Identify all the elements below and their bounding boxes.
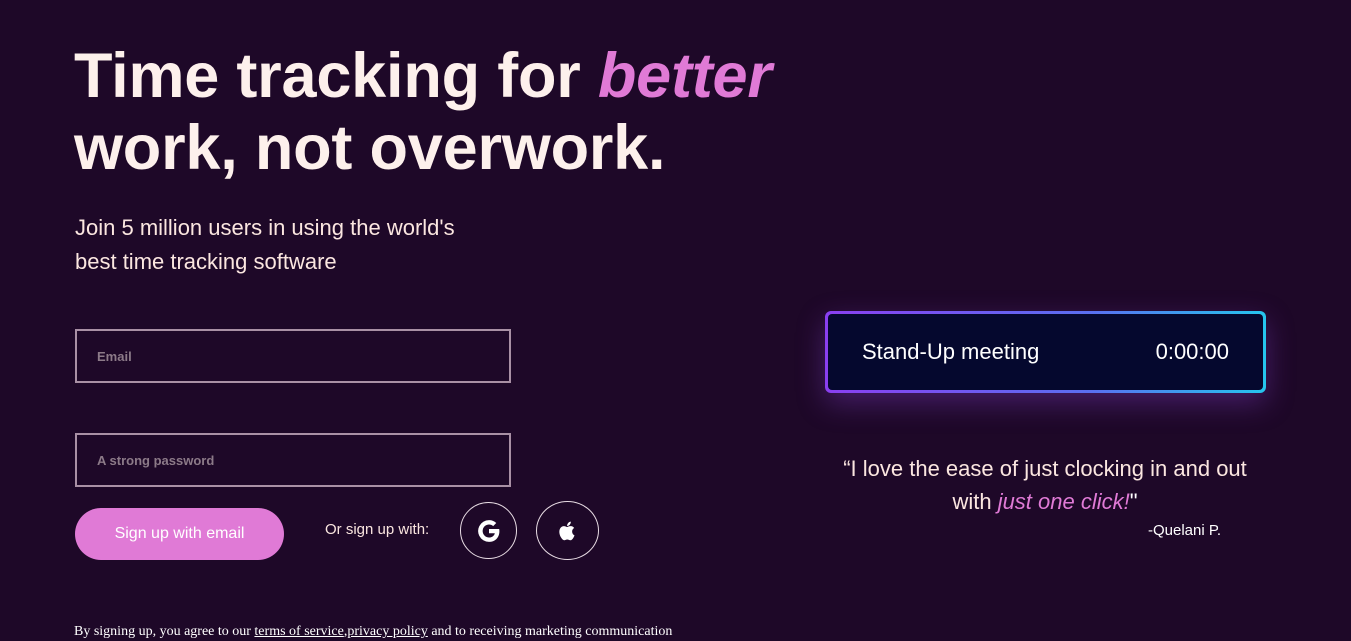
timer-time: 0:00:00 xyxy=(1155,339,1229,364)
signup-email-button[interactable]: Sign up with email xyxy=(75,508,284,560)
or-signup-label: Or sign up with: xyxy=(325,521,430,538)
legal-prefix: By signing up, you agree to our xyxy=(74,624,255,639)
quote-close: " xyxy=(1129,489,1138,514)
apple-signup-button[interactable] xyxy=(536,501,599,560)
hero-headline: Time tracking for better work, not overwo… xyxy=(74,40,772,184)
hero-subhead: Join 5 million users in using the world'… xyxy=(75,215,455,274)
headline-text-2: work, not overwork. xyxy=(74,113,666,183)
headline-accent: better xyxy=(597,41,772,111)
testimonial-author: -Quelani P. xyxy=(1148,522,1222,539)
timer-task-name: Stand-Up meeting xyxy=(862,339,1040,364)
legal-suffix: and to receiving marketing communication xyxy=(427,624,673,639)
landing-page: Time tracking for better work, not overwo… xyxy=(0,0,1351,641)
quote-accent: just one click! xyxy=(997,489,1130,514)
email-input[interactable] xyxy=(75,329,511,383)
timer-card: Stand-Up meeting 0:00:00 xyxy=(825,311,1266,393)
password-input[interactable] xyxy=(75,433,511,487)
timer-inner: Stand-Up meeting 0:00:00 xyxy=(828,314,1263,390)
privacy-policy-link[interactable]: privacy policy xyxy=(347,624,427,639)
terms-of-service-link[interactable]: terms of service xyxy=(254,624,343,639)
testimonial-quote: “I love the ease of just clocking in and… xyxy=(840,452,1250,518)
legal-notice: By signing up, you agree to our terms of… xyxy=(74,624,672,640)
google-signup-button[interactable] xyxy=(460,502,517,559)
headline-text-1: Time tracking for xyxy=(74,41,598,111)
apple-icon xyxy=(558,521,575,540)
google-icon xyxy=(477,519,499,542)
